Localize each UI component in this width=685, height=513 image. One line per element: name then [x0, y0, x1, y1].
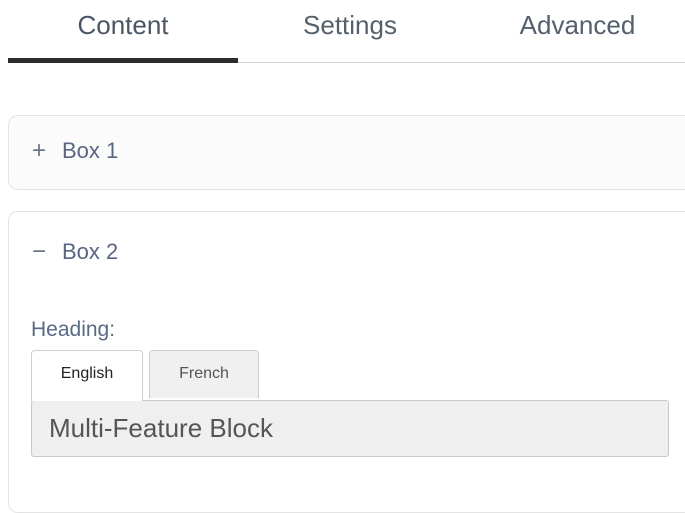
language-tab-french[interactable]: French: [149, 350, 259, 398]
tab-settings[interactable]: Settings: [240, 8, 460, 64]
accordion-header-box2[interactable]: − Box 2: [32, 238, 118, 266]
language-tab-english[interactable]: English: [31, 350, 143, 401]
tab-content[interactable]: Content: [8, 8, 238, 64]
accordion-header-box1[interactable]: + Box 1: [32, 137, 118, 165]
accordion-panel-box1: + Box 1: [8, 115, 685, 190]
heading-input[interactable]: [31, 400, 669, 457]
accordion-title: Box 1: [62, 138, 119, 163]
tab-bar: Content Settings Advanced: [0, 0, 685, 66]
accordion-title: Box 2: [62, 239, 119, 264]
collapse-icon: −: [32, 238, 47, 265]
tab-advanced[interactable]: Advanced: [470, 8, 685, 64]
active-tab-indicator: [8, 58, 238, 63]
heading-label: Heading:: [31, 318, 116, 341]
expand-icon: +: [32, 137, 47, 164]
